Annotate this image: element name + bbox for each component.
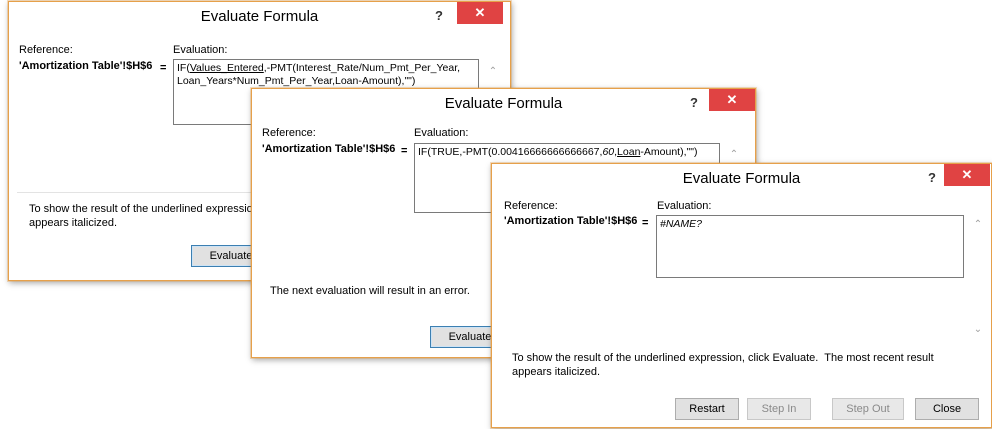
reference-label: Reference: xyxy=(262,127,316,139)
reference-value: 'Amortization Table'!$H$6 xyxy=(504,215,638,227)
help-button[interactable]: ? xyxy=(684,93,704,113)
restart-button[interactable]: Restart xyxy=(675,398,739,420)
reference-value: 'Amortization Table'!$H$6 xyxy=(19,60,153,72)
evaluation-label: Evaluation: xyxy=(173,44,228,56)
reference-value: 'Amortization Table'!$H$6 xyxy=(262,143,396,155)
underlined-expression: Values_Entered xyxy=(189,62,264,74)
equals-sign: = xyxy=(160,62,167,74)
help-button[interactable]: ? xyxy=(429,6,449,26)
reference-label: Reference: xyxy=(504,200,558,212)
scroll-up-icon[interactable]: ⌃ xyxy=(485,66,501,77)
title-bar: Evaluate Formula ? ✕ xyxy=(9,2,510,32)
instruction-text: To show the result of the underlined exp… xyxy=(512,352,934,378)
error-message: The next evaluation will result in an er… xyxy=(270,285,470,297)
italic-result: #NAME? xyxy=(660,218,703,230)
evaluation-box[interactable]: #NAME? xyxy=(656,215,964,278)
help-button[interactable]: ? xyxy=(922,168,942,188)
underlined-expression: Loan xyxy=(617,146,641,158)
scroll-down-icon[interactable]: ⌄ xyxy=(970,324,986,335)
close-icon[interactable]: ✕ xyxy=(457,2,503,24)
italic-result: 60 xyxy=(602,146,615,158)
close-icon[interactable]: ✕ xyxy=(944,164,990,186)
evaluation-label: Evaluation: xyxy=(414,127,469,139)
dialog-title: Evaluate Formula xyxy=(682,170,801,187)
reference-label: Reference: xyxy=(19,44,73,56)
close-icon[interactable]: ✕ xyxy=(709,89,755,111)
equals-sign: = xyxy=(401,145,408,157)
equals-sign: = xyxy=(642,217,649,229)
evaluate-formula-dialog-3: Evaluate Formula ? ✕ Reference: 'Amortiz… xyxy=(491,163,992,428)
dialog-title: Evaluate Formula xyxy=(444,95,563,112)
title-bar: Evaluate Formula ? ✕ xyxy=(492,164,991,194)
step-out-button[interactable]: Step Out xyxy=(832,398,904,420)
step-in-button[interactable]: Step In xyxy=(747,398,811,420)
title-bar: Evaluate Formula ? ✕ xyxy=(252,89,755,119)
close-button[interactable]: Close xyxy=(915,398,979,420)
evaluation-label: Evaluation: xyxy=(657,200,712,212)
scroll-up-icon[interactable]: ⌃ xyxy=(970,219,986,230)
scroll-up-icon[interactable]: ⌃ xyxy=(726,149,742,160)
